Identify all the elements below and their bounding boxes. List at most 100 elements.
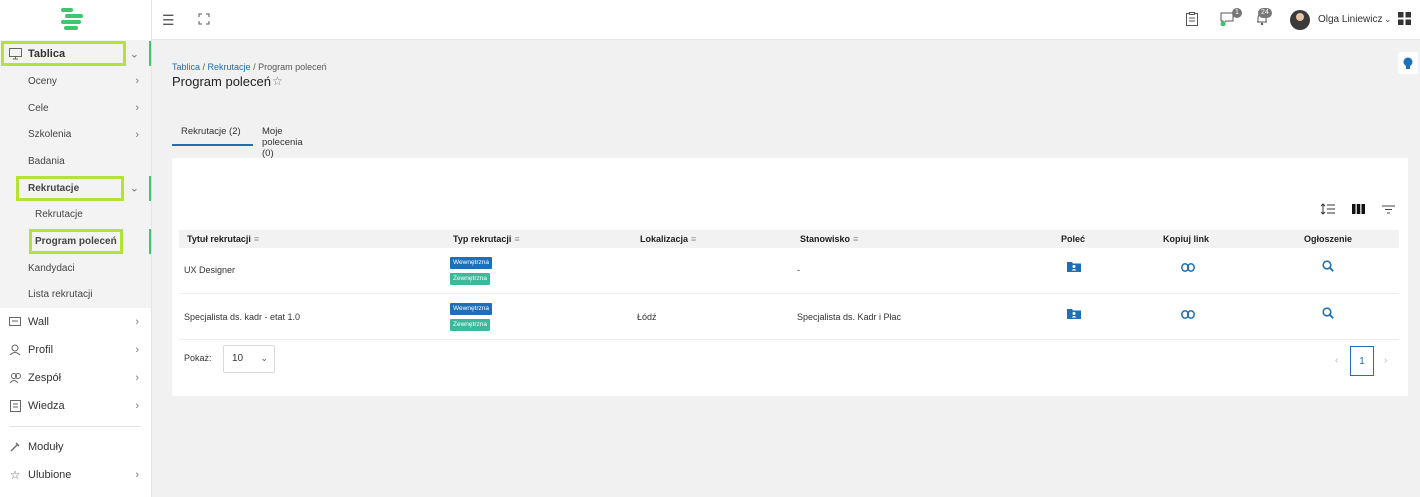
lightbulb-icon[interactable] <box>1398 52 1418 74</box>
sidebar-item-lista-rekrutacji[interactable]: Lista rekrutacji <box>0 282 151 309</box>
prev-page-icon[interactable]: ‹ <box>1335 355 1338 366</box>
copy-link-icon[interactable] <box>1181 308 1195 322</box>
wall-icon <box>8 315 22 329</box>
sidebar-item-oceny[interactable]: Oceny › <box>0 68 151 95</box>
tab-rekrutacje[interactable]: Rekrutacje (2) <box>172 124 253 146</box>
menu-icon[interactable]: ☰ <box>162 12 175 29</box>
sidebar: Tablica ⌄ Oceny › Cele › Szkolenia › Badani… <box>0 0 152 497</box>
filter-icon[interactable] <box>1377 199 1399 219</box>
columns-icon[interactable] <box>1347 199 1369 219</box>
column-header-copy-link: Kopiuj link <box>1163 234 1209 244</box>
column-header-label: Ogłoszenie <box>1304 234 1353 244</box>
breadcrumb-separator: / <box>200 62 208 72</box>
clipboard-icon[interactable] <box>1186 12 1198 29</box>
column-header-location[interactable]: Lokalizacja ≡ <box>640 234 696 244</box>
cell-title: Specjalista ds. kadr - etat 1.0 <box>184 312 301 322</box>
breadcrumb-link-tablica[interactable]: Tablica <box>172 62 200 72</box>
column-header-label: Tytuł rekrutacji <box>187 234 251 244</box>
column-header-position[interactable]: Stanowisko ≡ <box>800 234 858 244</box>
page-size-label: Pokaż: <box>184 353 212 363</box>
chevron-down-icon[interactable]: ⌄ <box>1384 14 1392 25</box>
page-size-value: 10 <box>232 353 244 364</box>
tab-moje-polecenia[interactable]: Moje polecenia (0) <box>262 124 303 159</box>
tag-internal: Wewnętrzna <box>450 303 493 315</box>
table-row: UX Designer Wewnętrzna Zewnętrzna - <box>179 248 1399 294</box>
page-size-select[interactable]: 10 ⌄ <box>223 345 275 373</box>
sidebar-divider <box>10 426 141 428</box>
favorite-star-icon[interactable]: ☆ <box>272 74 283 88</box>
sidebar-item-label: Profil <box>28 344 54 357</box>
apps-grid-icon[interactable] <box>1398 12 1411 28</box>
recommend-folder-icon[interactable] <box>1067 261 1081 275</box>
column-header-label: Stanowisko <box>800 234 851 244</box>
sidebar-item-label: Zespół <box>28 372 62 385</box>
sidebar-item-wiedza[interactable]: Wiedza › <box>0 392 151 420</box>
highlight-rekrutacje <box>16 176 124 201</box>
sidebar-item-zespol[interactable]: Zespół › <box>0 364 151 392</box>
sidebar-item-kandydaci[interactable]: Kandydaci <box>0 255 151 282</box>
recruitment-table-card: Tytuł rekrutacji ≡ Typ rekrutacji ≡ Lokali… <box>172 158 1408 396</box>
sort-icon[interactable]: ≡ <box>514 234 519 244</box>
search-icon[interactable] <box>1322 260 1334 275</box>
cell-title: UX Designer <box>184 265 236 275</box>
team-icon <box>8 371 22 385</box>
sidebar-item-badania[interactable]: Badania <box>0 148 151 175</box>
sidebar-item-profil[interactable]: Profil › <box>0 336 151 364</box>
active-indicator <box>149 41 151 66</box>
chevron-right-icon: › <box>135 469 139 482</box>
chevron-down-icon: ⌄ <box>129 182 139 195</box>
avatar[interactable] <box>1290 10 1310 30</box>
page-button-current[interactable]: 1 <box>1350 346 1374 376</box>
notification-badge: 24 <box>1258 8 1272 18</box>
sidebar-item-label: Moduły <box>28 441 64 454</box>
chevron-right-icon: › <box>135 344 139 357</box>
top-bar: ☰ 1 24 Olga Liniewicz ⌄ <box>152 0 1420 40</box>
breadcrumb-link-rekrutacje[interactable]: Rekrutacje <box>208 62 251 72</box>
chevron-right-icon: › <box>135 372 139 385</box>
sidebar-item-label: Wall <box>28 316 49 329</box>
sidebar-item-ulubione[interactable]: ☆ Ulubione › <box>0 461 151 489</box>
cell-position: Specjalista ds. Kadr i Płac <box>797 312 902 322</box>
sort-icon[interactable]: ≡ <box>254 234 259 244</box>
tag-external: Zewnętrzna <box>450 273 490 285</box>
highlight-tablica <box>1 41 126 66</box>
row-density-icon[interactable] <box>1317 199 1339 219</box>
chevron-right-icon: › <box>135 128 139 141</box>
sidebar-item-label: Badania <box>28 155 65 167</box>
sort-icon[interactable]: ≡ <box>691 234 696 244</box>
cell-location: Łódź <box>637 312 657 322</box>
tag-internal: Wewnętrzna <box>450 257 493 269</box>
sidebar-item-label: Oceny <box>28 75 57 87</box>
sidebar-item-label: Lista rekrutacji <box>28 289 93 301</box>
sidebar-item-label: Cele <box>28 102 49 114</box>
search-icon[interactable] <box>1322 307 1334 322</box>
recommend-folder-icon[interactable] <box>1067 308 1081 322</box>
sort-icon[interactable]: ≡ <box>853 234 858 244</box>
next-page-icon[interactable]: › <box>1384 355 1387 366</box>
sidebar-item-label: Wiedza <box>28 400 65 413</box>
sidebar-item-rekrutacje-list[interactable]: Rekrutacje <box>0 201 151 228</box>
column-header-type[interactable]: Typ rekrutacji ≡ <box>453 234 520 244</box>
copy-link-icon[interactable] <box>1181 261 1195 275</box>
sidebar-item-cele[interactable]: Cele › <box>0 95 151 122</box>
breadcrumb: Tablica / Rekrutacje / Program poleceń <box>172 62 327 72</box>
sidebar-item-label: Rekrutacje <box>35 209 83 221</box>
column-header-title[interactable]: Tytuł rekrutacji ≡ <box>187 234 259 244</box>
table-row: Specjalista ds. kadr - etat 1.0 Wewnętrz… <box>179 294 1399 340</box>
star-icon: ☆ <box>9 468 21 483</box>
breadcrumb-current: Program poleceń <box>258 62 327 72</box>
sidebar-item-wall[interactable]: Wall › <box>0 308 151 336</box>
chevron-down-icon: ⌄ <box>260 353 268 363</box>
app-logo[interactable] <box>0 0 151 40</box>
fullscreen-icon[interactable] <box>198 12 210 28</box>
chevron-right-icon: › <box>135 102 139 115</box>
sidebar-item-szkolenia[interactable]: Szkolenia › <box>0 121 151 148</box>
active-indicator <box>149 229 151 254</box>
user-name[interactable]: Olga Liniewicz <box>1318 14 1382 25</box>
tab-label: Rekrutacje (2) <box>181 126 241 137</box>
column-header-recommend: Poleć <box>1061 234 1085 244</box>
breadcrumb-separator: / <box>250 62 259 72</box>
sidebar-item-moduly[interactable]: Moduły <box>0 433 151 461</box>
column-header-label: Poleć <box>1061 234 1086 244</box>
knowledge-icon <box>8 399 22 413</box>
